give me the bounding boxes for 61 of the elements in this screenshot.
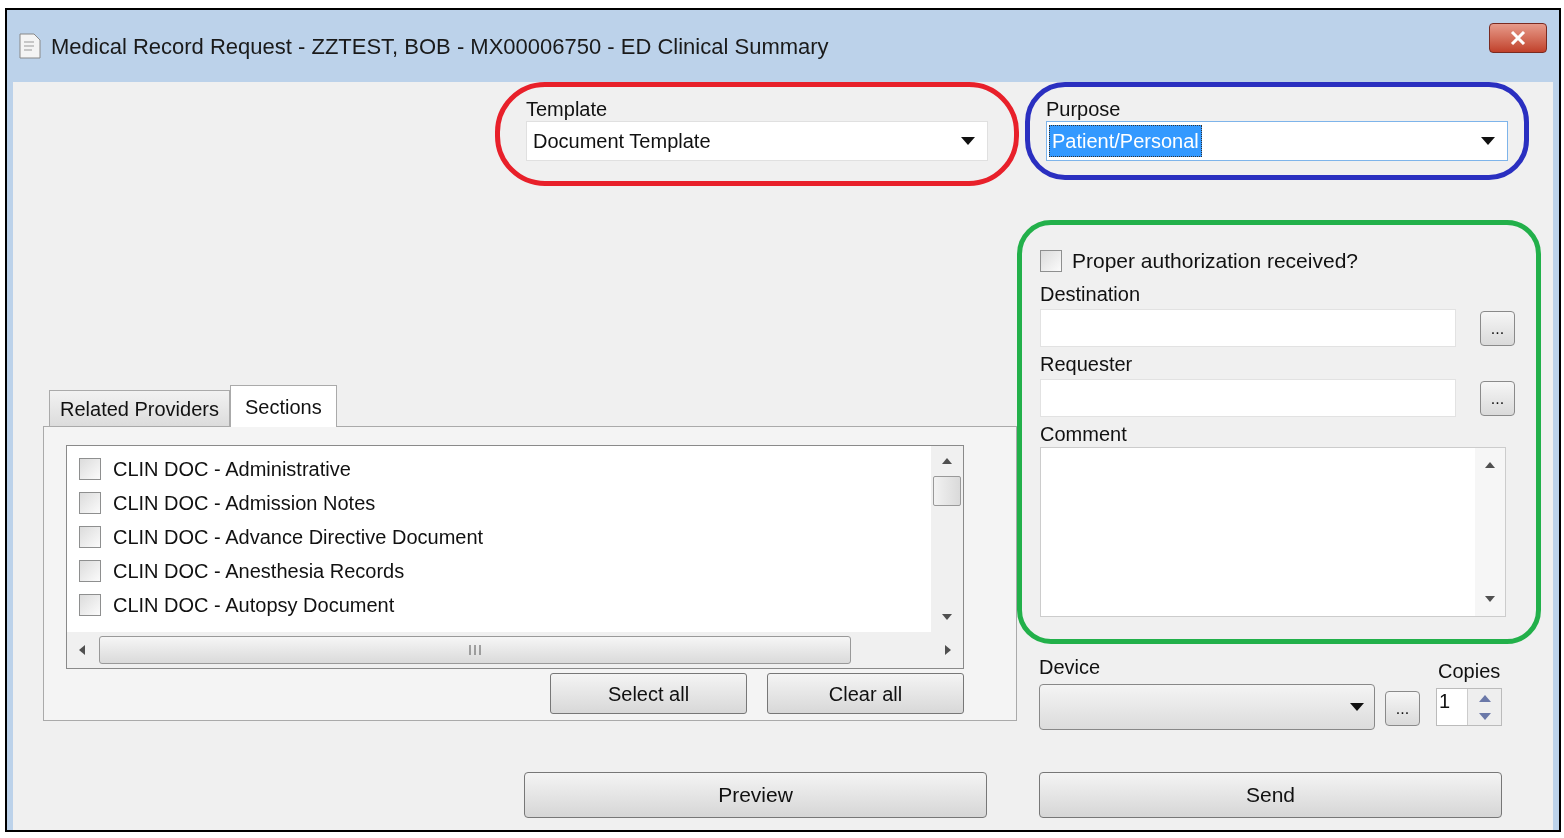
text-field[interactable] <box>1040 309 1456 347</box>
checkbox[interactable] <box>79 492 101 514</box>
scroll-left-icon[interactable] <box>79 645 85 655</box>
section-label: CLIN DOC - Advance Directive Document <box>113 525 484 550</box>
spin-down-icon[interactable] <box>1478 712 1491 720</box>
horizontal-scrollbar[interactable] <box>67 632 963 668</box>
checkbox-label: Proper authorization received? <box>1072 248 1358 275</box>
browse-button[interactable]: ... <box>1480 310 1515 346</box>
close-icon <box>1510 31 1526 45</box>
section-label: CLIN DOC - Admission Notes <box>113 491 376 516</box>
document-icon <box>19 33 41 59</box>
comment-field[interactable] <box>1040 447 1506 617</box>
vertical-scrollbar[interactable] <box>931 446 963 632</box>
scroll-right-icon[interactable] <box>945 645 951 655</box>
checkbox[interactable] <box>79 458 101 480</box>
browse-button[interactable]: ... <box>1480 380 1515 416</box>
copies-spinner[interactable]: 1 <box>1436 688 1502 726</box>
scrollbar-thumb[interactable] <box>99 636 851 664</box>
section-item[interactable]: CLIN DOC - Autopsy Document <box>79 588 931 622</box>
section-label: CLIN DOC - Anesthesia Records <box>113 559 405 584</box>
field-label: Comment <box>1040 422 1128 447</box>
checkbox[interactable] <box>1040 250 1062 272</box>
checkbox[interactable] <box>79 526 101 548</box>
template-dropdown[interactable]: Document Template <box>526 121 988 161</box>
scrollbar-thumb[interactable] <box>933 476 961 506</box>
checkbox[interactable] <box>79 560 101 582</box>
vertical-scrollbar[interactable] <box>1475 448 1505 616</box>
section-item[interactable]: CLIN DOC - Anesthesia Records <box>79 554 931 588</box>
field-label: Requester <box>1040 352 1134 377</box>
dropdown-arrow-icon <box>1481 137 1495 145</box>
dropdown-arrow-icon <box>1350 703 1364 711</box>
scroll-up-icon[interactable] <box>942 458 952 464</box>
field-label: Device <box>1039 655 1102 680</box>
section-label: CLIN DOC - Administrative <box>113 457 351 482</box>
purpose-value: Patient/Personal <box>1049 125 1202 157</box>
section-item[interactable]: CLIN DOC - Advance Directive Document <box>79 520 931 554</box>
list-action-button[interactable]: Select all <box>550 673 747 714</box>
action-button[interactable]: Preview <box>524 772 987 818</box>
checkbox[interactable] <box>79 594 101 616</box>
field-label: Template <box>526 97 609 121</box>
section-item[interactable]: CLIN DOC - Admission Notes <box>79 486 931 520</box>
list-action-button[interactable]: Clear all <box>767 673 964 714</box>
field-label: Copies <box>1437 659 1502 684</box>
scroll-down-icon[interactable] <box>1485 596 1495 602</box>
spin-up-icon[interactable] <box>1478 694 1491 702</box>
device-dropdown[interactable] <box>1039 684 1375 730</box>
window-title: Medical Record Request - ZZTEST, BOB - MX00006750 - ED Clinical Summary <box>51 32 830 61</box>
section-item[interactable]: CLIN DOC - Administrative <box>79 452 931 486</box>
field-label: Purpose <box>1046 97 1122 121</box>
text-field[interactable] <box>1040 379 1456 417</box>
field-label: Destination <box>1040 282 1142 307</box>
tab[interactable]: Sections <box>229 385 337 427</box>
section-label: CLIN DOC - Autopsy Document <box>113 593 395 618</box>
grip-icon <box>469 645 481 655</box>
close-button[interactable] <box>1489 23 1547 53</box>
action-button[interactable]: Send <box>1039 772 1502 818</box>
dropdown-arrow-icon <box>961 137 975 145</box>
scroll-down-icon[interactable] <box>942 614 952 620</box>
tab[interactable]: Related Providers <box>49 390 230 426</box>
browse-button[interactable]: ... <box>1385 691 1420 726</box>
scroll-up-icon[interactable] <box>1485 462 1495 468</box>
